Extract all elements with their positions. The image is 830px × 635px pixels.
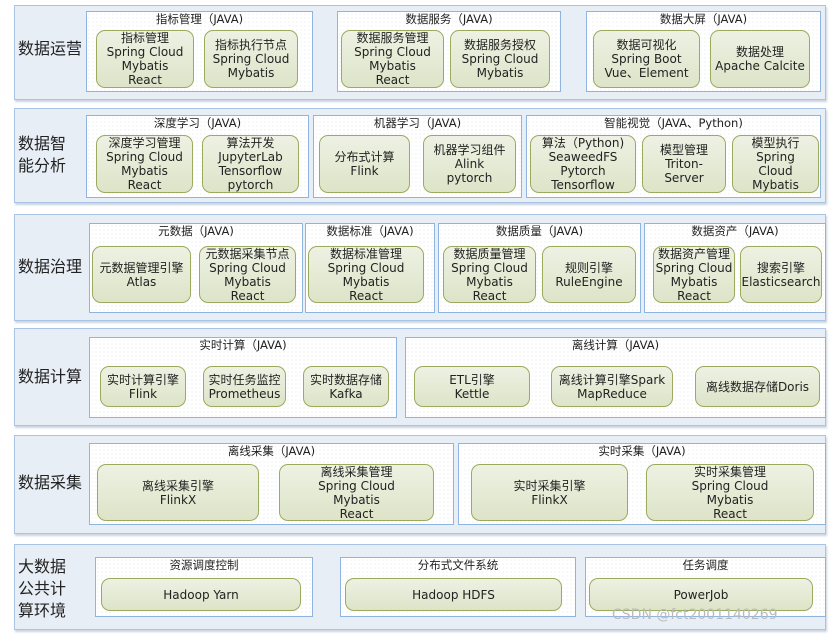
component-box: 数据服务管理 Spring Cloud Mybatis React [341, 30, 444, 88]
module-group-title: 指标管理（JAVA) [155, 12, 244, 26]
layer-label: 数据智 能分析 [18, 134, 67, 175]
component-box: 算法（Python) SeaweedFS Pytorch Tensorflow [530, 135, 636, 193]
component-box: 指标管理 Spring Cloud Mybatis React [96, 30, 194, 88]
module-group-title: 任务调度 [682, 558, 729, 572]
component-box: 规则引擎 RuleEngine [542, 246, 636, 303]
module-group-title: 智能视觉（JAVA、Python) [604, 116, 743, 130]
module-group-title: 深度学习（JAVA) [153, 116, 242, 130]
layer-label: 大数据 公共计 算环境 [18, 557, 67, 620]
component-box: 离线采集引擎 FlinkX [97, 464, 259, 521]
component-box: 模型管理 Triton- Server [642, 135, 726, 193]
module-group-title: 数据大屏（JAVA) [659, 12, 748, 26]
component-box: 数据处理 Apache Calcite [710, 30, 810, 88]
component-box: 算法开发 JupyterLab Tensorflow pytorch [202, 135, 299, 193]
component-box: 分布式计算 Flink [319, 135, 410, 193]
layer-label: 数据治理 [18, 257, 83, 276]
component-box: 搜索引擎 Elasticsearch [740, 246, 822, 303]
layer-label: 数据采集 [18, 473, 83, 492]
component-box: 数据标准管理 Spring Cloud Mybatis React [308, 246, 424, 303]
component-box: 指标执行节点 Spring Cloud Mybatis [204, 30, 298, 88]
module-group-title: 元数据（JAVA) [158, 224, 234, 238]
component-box: 数据资产管理 Spring Cloud Mybatis React [653, 246, 735, 303]
watermark: CSDN @fct2001140269 [612, 607, 778, 623]
component-box: 数据质量管理 Spring Cloud Mybatis React [443, 246, 536, 303]
component-box: Hadoop Yarn [101, 578, 301, 611]
module-group-title: 数据质量（JAVA) [495, 224, 584, 238]
module-group-title: 资源调度控制 [169, 558, 239, 572]
module-group-title: 分布式文件系统 [417, 558, 499, 572]
component-box: 数据服务授权 Spring Cloud Mybatis [450, 30, 550, 88]
module-group-title: 离线计算（JAVA) [571, 338, 660, 352]
layer-label: 数据计算 [18, 367, 83, 386]
component-box: 元数据管理引擎 Atlas [92, 246, 191, 303]
component-box: 离线计算引擎Spark MapReduce [551, 366, 673, 407]
component-box: 机器学习组件 Alink pytorch [423, 135, 516, 193]
module-group-title: 数据资产（JAVA) [691, 224, 779, 238]
module-group-title: 实时采集（JAVA) [598, 444, 686, 458]
component-box: 实时采集引擎 FlinkX [471, 464, 628, 521]
component-box: 实时数据存储 Kafka [303, 366, 389, 407]
component-box: 离线采集管理 Spring Cloud Mybatis React [279, 464, 434, 521]
component-box: 实时任务监控 Prometheus [203, 366, 286, 407]
module-group-title: 离线采集（JAVA) [227, 444, 316, 458]
module-group-title: 机器学习（JAVA) [373, 116, 462, 130]
component-box: ETL引擎 Kettle [414, 366, 530, 407]
component-box: 深度学习管理 Spring Cloud Mybatis React [96, 135, 193, 193]
component-box: 实时采集管理 Spring Cloud Mybatis React [646, 464, 814, 521]
component-box: Hadoop HDFS [345, 578, 562, 611]
module-group-title: 数据标准（JAVA) [326, 224, 414, 238]
layer-label: 数据运营 [18, 39, 83, 58]
component-box: 模型执行 Spring Cloud Mybatis [732, 135, 819, 193]
module-group-title: 实时计算（JAVA) [199, 338, 287, 352]
component-box: 离线数据存储Doris [695, 366, 820, 407]
component-box: 实时计算引擎 Flink [100, 366, 186, 407]
component-box: 数据可视化 Spring Boot Vue、Element [593, 30, 700, 88]
component-box: 元数据采集节点 Spring Cloud Mybatis React [199, 246, 296, 303]
module-group-title: 数据服务（JAVA) [405, 12, 493, 26]
